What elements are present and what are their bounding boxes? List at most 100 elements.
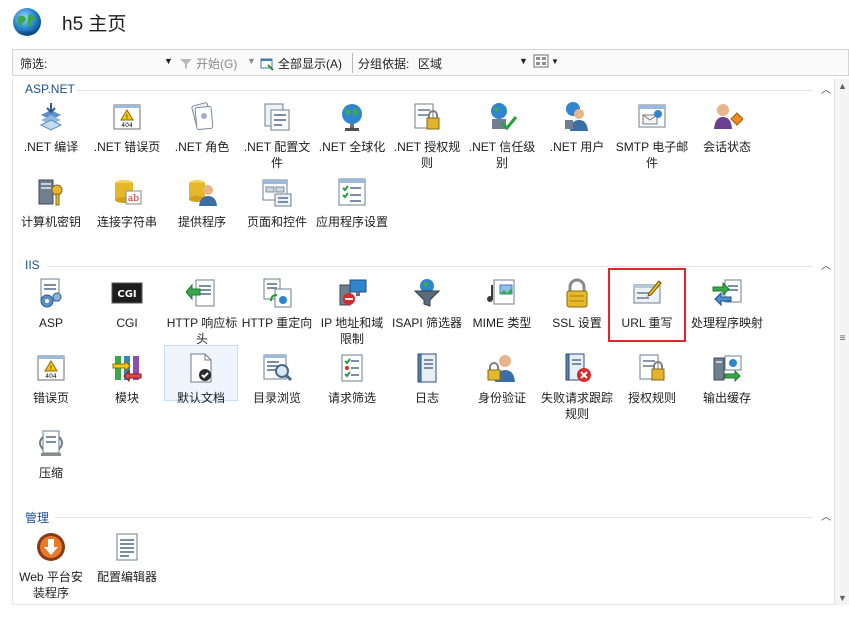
url-rewrite-icon [631,277,663,309]
feature-configuration-editor[interactable]: 配置编辑器 [90,531,164,585]
feature-ssl-settings[interactable]: SSL 设置 [540,277,614,331]
feature-label: ISAPI 筛选器 [391,316,462,330]
feature-pages-controls[interactable]: 页面和控件 [240,176,314,230]
profile-icon [261,101,293,133]
feature-net-trust-levels[interactable]: .NET 信任级别 [465,101,539,171]
feature-label: HTTP 重定向 [241,316,313,330]
feature-label: .NET 全球化 [318,140,386,154]
feature-ip-restrictions[interactable]: IP 地址和域限制 [315,277,389,347]
users-icon [561,101,593,133]
group-by-dropdown-arrow-icon[interactable]: ▼ [519,56,528,66]
feature-session-state[interactable]: 会话状态 [690,101,764,155]
feature-failed-request-tracing[interactable]: 失败请求跟踪规则 [540,352,614,422]
scroll-down-icon[interactable]: ▼ [835,593,849,603]
feature-url-rewrite[interactable]: URL 重写 [608,268,686,342]
request-filtering-icon [336,352,368,384]
authorization-rules-icon [636,352,668,384]
feature-http-response-headers[interactable]: HTTP 响应标头 [165,277,239,347]
feature-smtp-email[interactable]: SMTP 电子邮件 [615,101,689,171]
logging-icon [411,352,443,384]
scroll-up-icon[interactable]: ▲ [835,81,849,91]
feature-compression[interactable]: 压缩 [14,427,88,481]
feature-net-compile[interactable]: .NET 编译 [14,101,88,155]
feature-label: SSL 设置 [552,316,602,330]
machine-key-icon [35,176,67,208]
feature-directory-browsing[interactable]: 目录浏览 [240,352,314,406]
feature-label: 请求筛选 [327,391,376,405]
start-dropdown-arrow-icon[interactable]: ▼ [247,56,256,66]
pages-controls-icon [261,176,293,208]
feature-net-error-pages[interactable]: ! 404 .NET 错误页 [90,101,164,155]
features-view: ASP.NET ︿ IIS ︿ 管理 ︿ .NET 编译 ! 404 .NET 错… [12,79,834,605]
group-by-select[interactable]: 区域 [418,55,442,72]
funnel-icon [179,57,193,71]
feature-label: 提供程序 [177,215,226,229]
http-headers-icon [186,277,218,309]
session-icon [711,101,743,133]
feature-handler-mappings[interactable]: 处理程序映射 [690,277,764,331]
filter-dropdown-arrow-icon[interactable]: ▼ [164,56,173,66]
feature-asp[interactable]: ASP [14,277,88,331]
view-dropdown-arrow-icon[interactable]: ▼ [551,57,559,66]
svg-text:!: ! [126,114,128,121]
feature-label: 压缩 [38,466,63,480]
feature-net-users[interactable]: .NET 用户 [540,101,614,155]
feature-providers[interactable]: 提供程序 [165,176,239,230]
feature-label: 处理程序映射 [690,316,763,330]
section-header-iis: IIS ︿ [25,258,833,274]
failed-request-icon [561,352,593,384]
filter-toolbar: 筛选: ▼ 开始(G) ▼ 全部显示(A) 分组依据: 区域 ▼ ▼ [12,49,849,76]
feature-label: SMTP 电子邮件 [615,140,689,170]
feature-logging[interactable]: 日志 [390,352,464,406]
modules-icon [111,352,143,384]
scroll-grip-icon[interactable]: ≡ [835,333,849,344]
group-by-label: 分组依据: [358,57,410,71]
feature-label: .NET 配置文件 [243,140,311,170]
feature-net-authorization[interactable]: .NET 授权规则 [390,101,464,171]
feature-mime-types[interactable]: MIME 类型 [465,277,539,331]
feature-http-redirect[interactable]: HTTP 重定向 [240,277,314,331]
feature-isapi-filters[interactable]: ISAPI 筛选器 [390,277,464,331]
smtp-icon [636,101,668,133]
authentication-icon [486,352,518,384]
section-title: ASP.NET [25,82,75,96]
feature-connection-strings[interactable]: ab 连接字符串 [90,176,164,230]
view-toggle-button[interactable]: ▼ [533,53,559,69]
feature-net-roles[interactable]: .NET 角色 [165,101,239,155]
default-document-icon [185,352,217,384]
feature-modules[interactable]: 模块 [90,352,164,406]
feature-net-profile[interactable]: .NET 配置文件 [240,101,314,171]
collapse-chevron-icon[interactable]: ︿ [821,508,831,523]
vertical-scrollbar[interactable]: ▲ ≡ ▼ [834,79,849,605]
feature-label: .NET 授权规则 [393,140,461,170]
feature-error-pages[interactable]: ! 404 错误页 [14,352,88,406]
feature-authorization-rules[interactable]: 授权规则 [615,352,689,406]
feature-label: 应用程序设置 [315,215,388,229]
collapse-chevron-icon[interactable]: ︿ [821,81,831,96]
feature-app-settings[interactable]: 应用程序设置 [315,176,389,230]
show-all-button[interactable]: 全部显示(A) [259,55,342,72]
section-title: 管理 [25,511,50,525]
feature-cgi[interactable]: CGI CGI [90,277,164,331]
feature-authentication[interactable]: 身份验证 [465,352,539,406]
feature-label: 目录浏览 [252,391,301,405]
feature-output-caching[interactable]: 输出缓存 [690,352,764,406]
collapse-chevron-icon[interactable]: ︿ [821,257,831,272]
feature-net-globalization[interactable]: .NET 全球化 [315,101,389,155]
web-platform-installer-icon [35,531,67,563]
globe-icon [11,6,43,38]
start-filter-button[interactable]: 开始(G) [179,55,237,72]
handler-mappings-icon [711,277,743,309]
feature-web-platform-installer[interactable]: Web 平台安装程序 [14,531,88,601]
globalization-icon [336,101,368,133]
app-settings-icon [336,176,368,208]
filter-label: 筛选: [20,57,48,71]
feature-label: .NET 编译 [23,140,79,154]
feature-request-filtering[interactable]: 请求筛选 [315,352,389,406]
show-all-label: 全部显示(A) [278,57,342,71]
section-divider [77,90,813,91]
feature-label: 会话状态 [702,140,751,154]
feature-default-document[interactable]: 默认文档 [164,345,238,405]
feature-machine-key[interactable]: 计算机密钥 [14,176,88,230]
trust-icon [486,101,518,133]
